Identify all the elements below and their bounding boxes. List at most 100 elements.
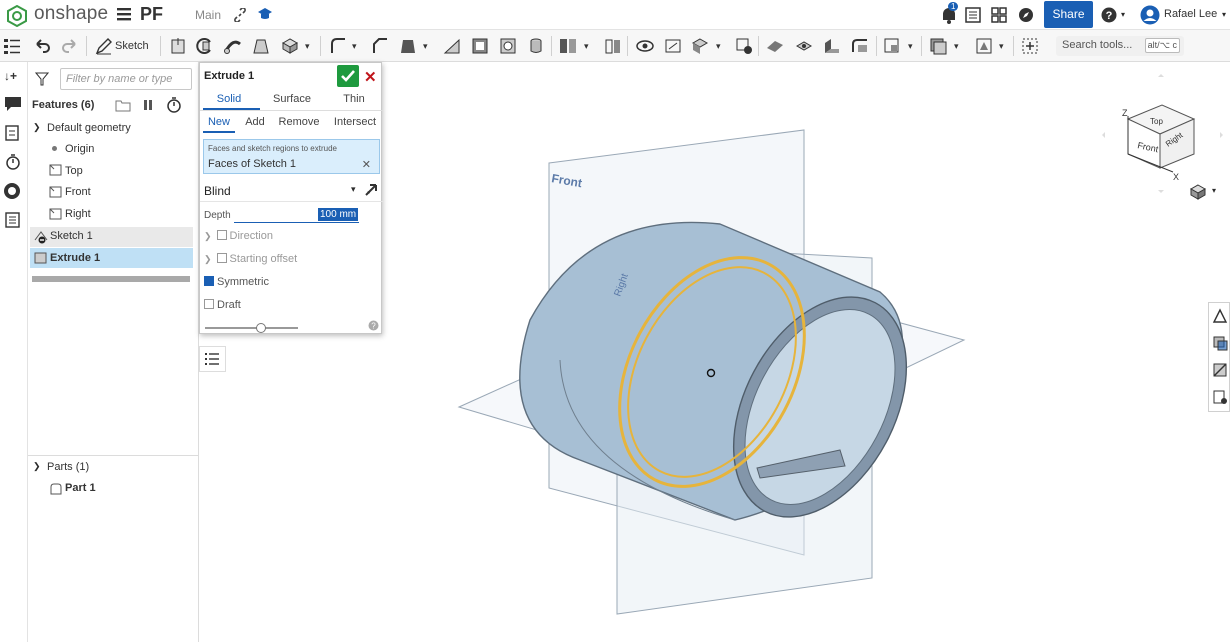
measure-tool-icon[interactable] — [1212, 389, 1228, 408]
undo-icon[interactable] — [32, 36, 52, 56]
end-type-select[interactable]: Blind — [204, 184, 231, 198]
transform-tool-icon[interactable] — [603, 36, 623, 56]
starting-offset-row[interactable]: ❯ Starting offset — [204, 253, 297, 265]
render-mode-icon[interactable] — [1212, 335, 1228, 354]
bill-of-materials-icon[interactable] — [4, 212, 22, 231]
rotate-left-icon[interactable] — [1102, 132, 1105, 138]
surface-tool-icon[interactable] — [928, 36, 948, 56]
user-avatar-icon[interactable] — [1140, 5, 1160, 28]
thicken-caret-icon[interactable]: ▾ — [305, 41, 310, 52]
document-list-icon[interactable] — [965, 7, 981, 26]
comments-icon[interactable] — [4, 96, 22, 115]
cancel-button[interactable]: ✕ — [364, 68, 377, 86]
link-icon[interactable] — [233, 7, 247, 25]
split-caret-icon[interactable]: ▾ — [584, 41, 589, 52]
section-caret-icon[interactable]: ▾ — [999, 41, 1004, 52]
expand-default-geometry-icon[interactable]: ❯ — [33, 122, 41, 133]
rotate-right-icon[interactable] — [1220, 132, 1223, 138]
draft-checkbox[interactable] — [204, 299, 214, 309]
section-view-icon[interactable] — [974, 36, 994, 56]
document-title[interactable]: PF — [140, 4, 163, 25]
mirror-tool-icon[interactable] — [663, 36, 683, 56]
extrude-tool-icon[interactable] — [168, 36, 188, 56]
op-add[interactable]: Add — [240, 116, 270, 128]
frame-caret-icon[interactable]: ▾ — [908, 41, 913, 52]
thicken-tool-icon[interactable] — [280, 36, 300, 56]
redo-icon[interactable] — [60, 36, 80, 56]
preview-slider-track[interactable] — [205, 327, 298, 329]
add-folder-icon[interactable] — [115, 98, 131, 115]
user-caret-icon[interactable]: ▾ — [1222, 10, 1226, 19]
loft-tool-icon[interactable] — [251, 36, 271, 56]
branch-label[interactable]: Main — [195, 8, 221, 22]
tree-default-geometry[interactable]: Default geometry — [47, 122, 131, 134]
accept-button[interactable] — [337, 65, 359, 87]
share-button[interactable]: Share — [1044, 1, 1093, 28]
tab-surface[interactable]: Surface — [262, 93, 322, 105]
split-tool-icon[interactable] — [558, 36, 578, 56]
regeneration-timer-icon[interactable] — [166, 97, 182, 116]
chamfer-tool-icon[interactable] — [370, 36, 390, 56]
explore-icon[interactable] — [1018, 7, 1034, 26]
fillet-caret-icon[interactable]: ▾ — [352, 41, 357, 52]
search-tools-input[interactable]: Search tools... alt/⌥ c — [1056, 36, 1184, 56]
draft-caret-icon[interactable]: ▾ — [423, 41, 428, 52]
help-icon[interactable]: ? — [1101, 7, 1117, 26]
variables-icon[interactable]: ↓+ — [4, 68, 22, 87]
tab-solid[interactable]: Solid — [200, 93, 258, 105]
depth-input[interactable]: 100 mm — [318, 208, 359, 221]
view-cube-top[interactable]: Top — [1150, 117, 1163, 126]
op-remove[interactable]: Remove — [276, 116, 322, 128]
draft-row[interactable]: Draft — [204, 299, 241, 311]
tab-thin[interactable]: Thin — [326, 93, 382, 105]
view-options-icon[interactable] — [1189, 184, 1207, 203]
op-intersect[interactable]: Intersect — [328, 116, 382, 128]
filter-input[interactable]: Filter by name or type — [60, 68, 192, 90]
hole-tool-icon[interactable] — [498, 36, 518, 56]
tree-top-plane[interactable]: Top — [65, 165, 83, 177]
faces-selection-box[interactable]: Faces and sketch regions to extrude Face… — [203, 139, 380, 174]
rotate-down-icon[interactable] — [1158, 190, 1164, 193]
surface-caret-icon[interactable]: ▾ — [954, 41, 959, 52]
revolve-tool-icon[interactable] — [195, 36, 215, 56]
tree-part1[interactable]: Part 1 — [65, 482, 96, 494]
plane-tool-icon[interactable] — [765, 36, 785, 56]
versions-icon[interactable] — [4, 154, 22, 173]
appearance-icon[interactable] — [3, 182, 21, 203]
app-store-icon[interactable] — [991, 7, 1007, 26]
user-name[interactable]: Rafael Lee — [1164, 8, 1217, 20]
tree-front-plane[interactable]: Front — [65, 186, 91, 198]
clear-faces-icon[interactable]: ✕ — [362, 158, 371, 171]
filter-icon[interactable] — [34, 72, 50, 89]
frame-tool-icon[interactable] — [882, 36, 902, 56]
onshape-logo-icon[interactable] — [6, 4, 28, 30]
rollback-pause-icon[interactable] — [142, 99, 154, 114]
sketch-button[interactable]: Sketch — [115, 40, 149, 52]
flip-direction-icon[interactable] — [364, 181, 380, 200]
boolean-tool-icon[interactable] — [526, 36, 546, 56]
learning-center-icon[interactable] — [257, 7, 273, 24]
point-tool-icon[interactable] — [794, 36, 814, 56]
op-new[interactable]: New — [203, 116, 235, 128]
rotate-up-icon[interactable] — [1158, 74, 1164, 77]
rollback-bar[interactable] — [32, 276, 190, 282]
tree-origin[interactable]: Origin — [65, 143, 94, 155]
fillet-tool-icon[interactable] — [328, 36, 348, 56]
sweep-tool-icon[interactable] — [223, 36, 243, 56]
expand-parts-icon[interactable]: ❯ — [33, 461, 41, 472]
draft-tool-icon[interactable] — [398, 36, 418, 56]
tree-right-plane[interactable]: Right — [65, 208, 91, 220]
parts-heading[interactable]: Parts (1) — [47, 461, 89, 473]
symmetric-row[interactable]: Symmetric — [204, 276, 269, 288]
help-caret-icon[interactable]: ▾ — [1121, 10, 1125, 19]
edit-history-icon[interactable] — [4, 125, 22, 144]
direction-row[interactable]: ❯ Direction — [204, 230, 273, 242]
mate-connector-icon[interactable] — [690, 36, 710, 56]
sheet-metal-icon[interactable] — [822, 36, 842, 56]
display-mode-icon[interactable] — [1212, 308, 1228, 327]
starting-offset-checkbox[interactable] — [216, 253, 227, 263]
delete-part-icon[interactable] — [734, 36, 754, 56]
sheet-metal-flange-icon[interactable] — [850, 36, 870, 56]
rib-tool-icon[interactable] — [442, 36, 462, 56]
sketch-pencil-icon[interactable] — [94, 36, 114, 56]
